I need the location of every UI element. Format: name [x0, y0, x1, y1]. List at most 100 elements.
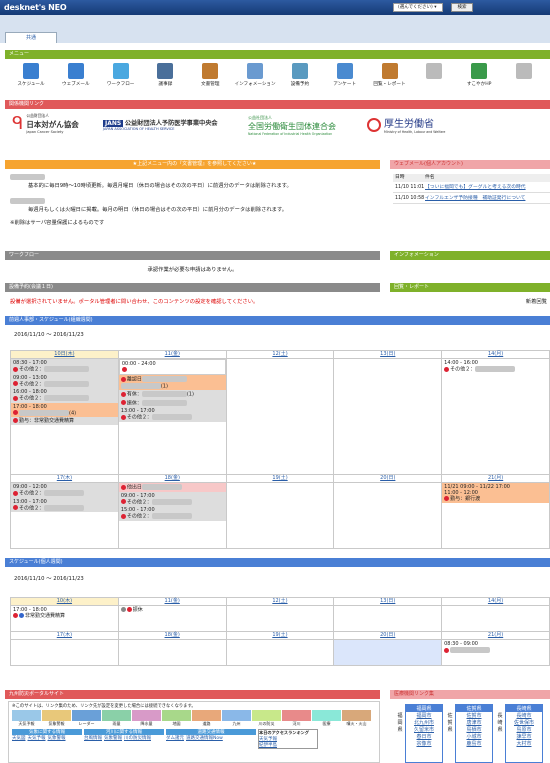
mail-subject[interactable]: 【ついに福岡でも】グーグルと考える次の時代 — [425, 182, 526, 192]
city-link[interactable]: 島原市 — [506, 726, 542, 733]
cal-cell[interactable] — [333, 639, 443, 666]
day-header[interactable]: 14(月) — [441, 597, 550, 606]
disaster-link[interactable]: 紀伊半島 — [259, 742, 317, 748]
cal-cell[interactable] — [333, 482, 443, 549]
disaster-link[interactable]: 台風情報 — [84, 735, 102, 741]
menu-item[interactable]: アンケート — [323, 63, 367, 87]
city-link[interactable]: 久留米市 — [406, 726, 442, 733]
cal-cell[interactable]: 09:00 - 12:00 その他２： 13:00 - 17:00 その他２： — [10, 482, 119, 549]
disaster-tile[interactable]: 雨量 — [102, 710, 131, 727]
cal-cell[interactable] — [225, 639, 335, 666]
event[interactable]: 13:00 - 17:00 その他２： — [118, 407, 226, 422]
city-link[interactable]: 福岡市 — [406, 712, 442, 719]
day-header[interactable]: 18(金) — [117, 631, 227, 640]
day-header[interactable]: 10(木) — [10, 597, 119, 606]
day-header[interactable]: 19(土) — [225, 474, 335, 483]
day-link[interactable]: 12(土) — [272, 598, 287, 604]
event[interactable]: 00:00 - 24:00 — [118, 359, 226, 375]
event[interactable]: 離認日 (1) — [118, 375, 226, 390]
event[interactable]: 08:30 - 17:00 その他２： — [11, 359, 118, 374]
cal-cell[interactable] — [225, 358, 335, 475]
day-header[interactable]: 13(日) — [333, 597, 443, 606]
cal-cell[interactable]: 17:00 - 18:00 非常勤交通費精算 — [10, 605, 119, 632]
day-link[interactable]: 17(木) — [57, 632, 72, 638]
city-link[interactable]: 唐津市 — [456, 719, 492, 726]
menu-item[interactable]: 回覧・レポート — [368, 63, 412, 87]
mail-subject[interactable]: インフルエンザ予防接種 補助証発行について — [425, 193, 525, 203]
cal-cell[interactable]: 08:30 - 17:00 その他２： 09:00 - 13:00 その他２： 16… — [10, 358, 119, 475]
city-link[interactable]: 北九州市 — [406, 719, 442, 726]
event[interactable]: 13:00 - 17:00 その他２： — [11, 497, 118, 512]
disaster-tile[interactable]: 河川 — [282, 710, 311, 727]
day-header[interactable]: 12(土) — [225, 350, 335, 359]
day-link[interactable]: 14(月) — [488, 598, 503, 604]
day-link[interactable]: 19(土) — [272, 632, 287, 638]
disaster-link[interactable]: ダム諸元 — [166, 735, 184, 741]
event[interactable]: 11/21 09:00 - 11/22 17:00 11:00 - 12:00 勤与… — [442, 483, 549, 503]
menu-item[interactable]: 議事録 — [143, 63, 187, 87]
disaster-link[interactable]: 気象警報 — [104, 735, 122, 741]
menu-item[interactable]: すこやかHP — [457, 63, 501, 87]
day-header[interactable]: 17(木) — [10, 474, 119, 483]
day-link[interactable]: 20(日) — [380, 475, 395, 481]
cal-cell[interactable]: 00:00 - 24:00 離認日 (1) 有休： (1) 振休： 13:00 - … — [117, 358, 227, 475]
cal-cell[interactable] — [333, 605, 443, 632]
cal-cell[interactable]: 振休 — [117, 605, 227, 632]
mail-row[interactable]: 11/10 11:01 【ついに福岡でも】グーグルと考える次の時代 — [393, 182, 550, 193]
day-link[interactable]: 21(月) — [488, 475, 503, 481]
search-select[interactable]: (選んでください) ▾ — [393, 3, 443, 12]
day-header[interactable]: 13(日) — [333, 350, 443, 359]
org-link-zeneiren[interactable]: 公益社団法人 全国労働衛生団体連合会 National Federation o… — [248, 115, 363, 136]
day-header[interactable]: 18(金) — [117, 474, 227, 483]
org-link-mhlw[interactable]: 厚生労働省 Ministry of Health, Labour and Wel… — [367, 115, 467, 134]
city-link[interactable]: 春日市 — [406, 733, 442, 740]
disaster-tile[interactable]: 地図 — [162, 710, 191, 727]
city-link[interactable]: 大村市 — [506, 740, 542, 747]
event[interactable]: 09:00 - 12:00 その他２： — [11, 483, 118, 498]
city-link[interactable]: 諫早市 — [506, 733, 542, 740]
menu-item[interactable]: インフォメーション — [233, 63, 277, 87]
event[interactable]: 08:30 - 09:00 — [442, 640, 549, 655]
disaster-tile[interactable]: 川の防災 — [252, 710, 281, 727]
day-link[interactable]: 18(金) — [165, 475, 180, 481]
cal-cell[interactable] — [225, 482, 335, 549]
org-link-cancer[interactable]: ᑫ 公益財団法人 日本対がん協会 Japan Cancer Society — [12, 113, 102, 134]
cal-cell[interactable]: 08:30 - 09:00 — [441, 639, 550, 666]
day-link[interactable]: 19(土) — [272, 475, 287, 481]
cal-cell[interactable] — [117, 639, 227, 666]
day-link[interactable]: 11(金) — [165, 598, 180, 604]
event[interactable]: 17:00 - 18:00 非常勤交通費精算 — [11, 606, 118, 620]
cal-cell[interactable] — [10, 639, 119, 666]
day-header[interactable]: 19(土) — [225, 631, 335, 640]
day-link[interactable]: 18(金) — [165, 632, 180, 638]
day-header[interactable]: 20(日) — [333, 474, 443, 483]
day-link[interactable]: 10日(木) — [54, 351, 74, 357]
cal-cell[interactable] — [333, 358, 443, 475]
disaster-link[interactable]: 気象警報 — [48, 735, 66, 741]
menu-item[interactable] — [502, 63, 546, 87]
mail-row[interactable]: 11/10 10:58 インフルエンザ予防接種 補助証発行について — [393, 193, 550, 204]
day-header[interactable]: 12(土) — [225, 597, 335, 606]
day-header[interactable]: 20(日) — [333, 631, 443, 640]
event[interactable]: 14:00 - 16:00 その他２： — [442, 359, 549, 374]
cal-cell[interactable]: 14:00 - 16:00 その他２： — [441, 358, 550, 475]
day-link[interactable]: 13(日) — [380, 351, 395, 357]
app-logo[interactable]: desknet's NEO — [4, 3, 67, 12]
menu-item[interactable]: ワークフロー — [99, 63, 143, 87]
day-header[interactable]: 21(月) — [441, 474, 550, 483]
pref-heading[interactable]: 長崎県 — [506, 705, 542, 712]
event[interactable]: 09:00 - 17:00 その他２： — [118, 491, 226, 506]
event[interactable]: 15:00 - 17:00 その他２： — [118, 506, 226, 521]
org-link-jans[interactable]: JANS 公益財団法人予防医学事業中央会 JAPAN ASSOCIATION O… — [103, 118, 238, 131]
city-link[interactable]: 鳥栖市 — [456, 726, 492, 733]
disaster-tile[interactable]: 道路 — [192, 710, 221, 727]
event[interactable]: 16:00 - 18:00 その他２： — [11, 388, 118, 403]
pref-heading[interactable]: 福岡県 — [406, 705, 442, 712]
day-header[interactable]: 11(金) — [117, 350, 227, 359]
event[interactable]: 振休 — [119, 606, 226, 614]
menu-item[interactable]: 文書管理 — [188, 63, 232, 87]
disaster-tile[interactable]: 降水量 — [132, 710, 161, 727]
disaster-link[interactable]: 道路交通情報Now — [186, 735, 223, 741]
cal-cell[interactable] — [441, 605, 550, 632]
day-header[interactable]: 10日(木) — [10, 350, 119, 359]
